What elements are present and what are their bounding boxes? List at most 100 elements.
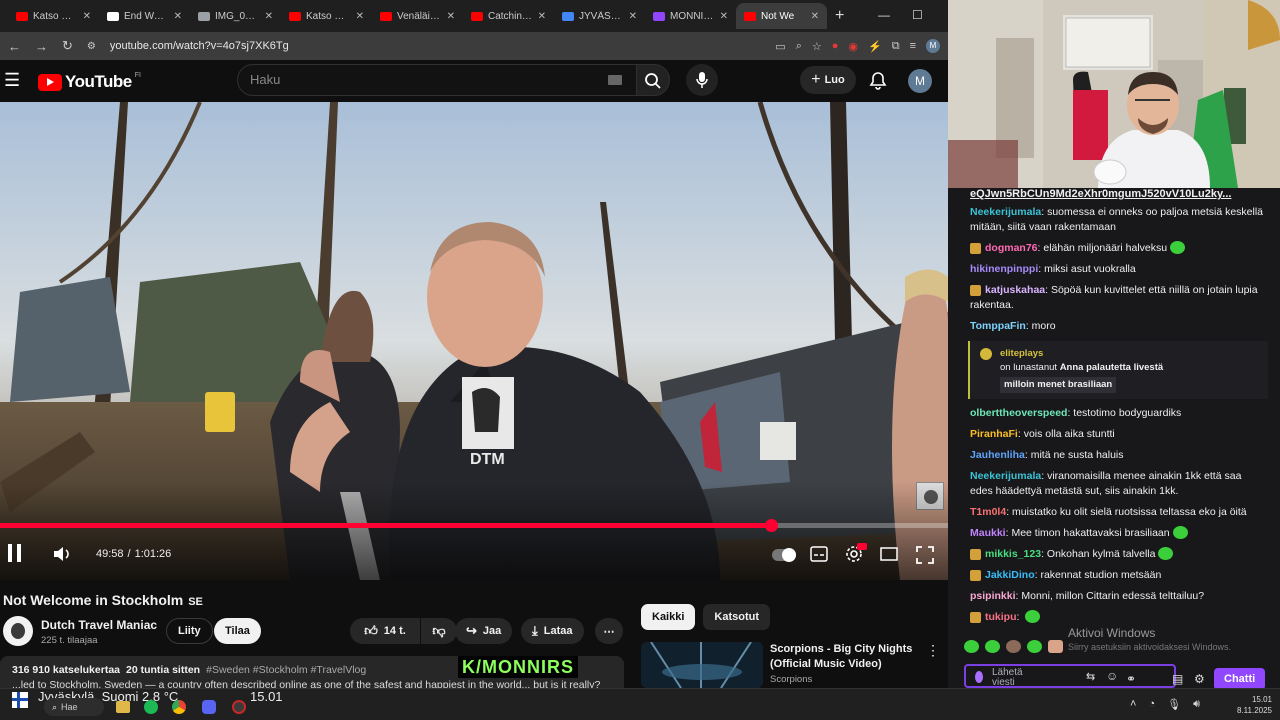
chat-command-icon[interactable]: ⇆: [1086, 670, 1095, 683]
chat-username[interactable]: olberttheoverspeed: [970, 407, 1067, 419]
browser-tab[interactable]: Catching Pi ✕: [463, 3, 554, 29]
tab-close-icon[interactable]: ✕: [447, 11, 455, 22]
more-actions-button[interactable]: ⋯: [595, 618, 623, 644]
youtube-logo[interactable]: YouTube FI: [38, 72, 141, 92]
chat-username[interactable]: Neekerijumala: [970, 206, 1041, 218]
tab-close-icon[interactable]: ✕: [174, 11, 182, 22]
redemption-user[interactable]: eliteplays: [1000, 347, 1260, 361]
notifications-bell-icon[interactable]: [869, 71, 887, 91]
bookmark-star-icon[interactable]: ☆: [812, 40, 822, 53]
share-button[interactable]: ↪ Jaa: [455, 618, 513, 644]
reload-icon[interactable]: ↻: [62, 38, 73, 54]
browser-tab[interactable]: JYVÄSKYLÄ ✕: [554, 3, 645, 29]
obs-icon[interactable]: [232, 700, 246, 714]
pause-button[interactable]: [8, 544, 22, 564]
theater-mode-icon[interactable]: [880, 546, 898, 562]
recommended-title[interactable]: Scorpions - Big City Nights (Official Mu…: [770, 642, 920, 672]
emote-pepe-icon-5[interactable]: [1048, 640, 1063, 653]
tray-chevron-icon[interactable]: ˄: [1130, 698, 1136, 711]
browser-tab[interactable]: Venäläiset j ✕: [372, 3, 463, 29]
fullscreen-icon[interactable]: [916, 546, 934, 564]
search-button[interactable]: [636, 64, 670, 96]
chat-emote-picker-icon[interactable]: ☺: [1106, 669, 1118, 683]
chat-username[interactable]: hikinenpinppi: [970, 263, 1038, 275]
hamburger-menu-icon[interactable]: ☰: [4, 70, 20, 91]
chat-store-icon[interactable]: ▤: [1172, 672, 1183, 686]
tab-close-icon[interactable]: ✕: [811, 11, 819, 22]
subscribe-button[interactable]: Tilaa: [214, 618, 261, 644]
file-explorer-icon[interactable]: [116, 701, 130, 713]
keyboard-icon[interactable]: [608, 75, 622, 85]
like-button[interactable]: 👍︎ 14 t.: [350, 618, 420, 644]
chat-emote-icon[interactable]: [1158, 547, 1174, 560]
forward-icon[interactable]: →: [35, 39, 48, 54]
minimize-button[interactable]: —: [878, 8, 890, 22]
browser-tab[interactable]: MONNIRS | ✕: [645, 3, 736, 29]
user-badge-icon[interactable]: [970, 243, 981, 254]
chat-username[interactable]: PiranhaFi: [970, 428, 1018, 440]
account-avatar[interactable]: M: [908, 69, 932, 93]
chip-all[interactable]: Kaikki: [641, 604, 696, 630]
extension-red-icon[interactable]: ●: [832, 40, 839, 52]
voice-search-button[interactable]: [686, 64, 718, 96]
clock[interactable]: 15.01 8.11.2025: [1228, 694, 1272, 716]
channel-avatar[interactable]: [3, 616, 33, 646]
spotify-icon[interactable]: [144, 700, 158, 714]
tab-close-icon[interactable]: ✕: [538, 11, 546, 22]
browser-tab[interactable]: Not We ✕: [736, 3, 827, 29]
chat-username[interactable]: katjuskahaa: [985, 284, 1045, 296]
profile-avatar-icon[interactable]: M: [926, 39, 940, 53]
playlist-icon[interactable]: ≡: [910, 40, 916, 52]
site-info-icon[interactable]: ⚙: [87, 41, 96, 52]
back-icon[interactable]: ←: [8, 39, 21, 54]
chat-username[interactable]: dogman76: [985, 242, 1038, 254]
tab-close-icon[interactable]: ✕: [356, 11, 364, 22]
tab-close-icon[interactable]: ✕: [83, 11, 91, 22]
recommended-channel[interactable]: Scorpions: [770, 674, 812, 685]
chat-username[interactable]: tukipu: [985, 611, 1017, 623]
dislike-button[interactable]: 👎︎: [421, 618, 457, 644]
chat-community-icon[interactable]: ⚭: [1126, 672, 1136, 686]
join-button[interactable]: Liity: [166, 618, 213, 644]
user-badge-icon[interactable]: [970, 570, 981, 581]
chrome-icon[interactable]: [172, 700, 186, 714]
chat-username[interactable]: psipinkki: [970, 590, 1016, 602]
puzzle-icon[interactable]: ⧉: [892, 40, 900, 53]
emote-pepe-icon[interactable]: [964, 640, 979, 653]
emote-pepe-icon-3[interactable]: [1006, 640, 1021, 653]
hashtags[interactable]: #Sweden #Stockholm #TravelVlog: [206, 664, 366, 676]
new-tab-button[interactable]: +: [835, 7, 844, 25]
tab-close-icon[interactable]: ✕: [265, 11, 273, 22]
create-button[interactable]: + Luo: [800, 66, 856, 94]
subtitles-icon[interactable]: [810, 546, 828, 562]
chat-send-button[interactable]: Chatti: [1214, 668, 1266, 688]
taskbar-search[interactable]: ⌕ Hae: [44, 698, 104, 716]
tray-volume-icon[interactable]: 🔊︎: [1193, 698, 1200, 711]
tab-close-icon[interactable]: ✕: [720, 11, 728, 22]
chat-emote-icon[interactable]: [1172, 526, 1188, 539]
user-badge-icon[interactable]: [970, 549, 981, 560]
chat-username[interactable]: Maukki: [970, 527, 1006, 539]
user-badge-icon[interactable]: [970, 612, 981, 623]
discord-icon[interactable]: [202, 700, 216, 714]
chat-username[interactable]: T1m0l4: [970, 506, 1006, 518]
chat-username[interactable]: Jauhenliha: [970, 449, 1025, 461]
tab-close-icon[interactable]: ✕: [629, 11, 637, 22]
channel-name[interactable]: Dutch Travel Maniac: [41, 618, 157, 632]
extension-adblock-icon[interactable]: ◉: [848, 40, 858, 53]
chat-emote-icon[interactable]: [1170, 241, 1186, 254]
tray-mic-icon[interactable]: 🎙︎: [1167, 698, 1181, 711]
browser-tab[interactable]: Katso myöh ✕: [8, 3, 99, 29]
recommended-thumbnail[interactable]: [641, 642, 763, 688]
chip-watched[interactable]: Katsotut: [703, 604, 771, 630]
cast-icon[interactable]: ▭: [775, 40, 785, 53]
browser-tab[interactable]: IMG_0051.p ✕: [190, 3, 281, 29]
chat-emote-icon[interactable]: [1025, 610, 1041, 623]
recommended-more-icon[interactable]: ⋮: [926, 642, 940, 659]
pinned-link[interactable]: eQJwn5RbCUn9Md2eXhr0mgumJ520vV10Lu2ky...: [948, 188, 1280, 202]
progress-scrubber-knob[interactable]: [764, 519, 778, 532]
browser-tab[interactable]: End Woken ✕: [99, 3, 190, 29]
autoplay-toggle[interactable]: [772, 548, 796, 562]
progress-bar[interactable]: [0, 519, 948, 532]
chat-username[interactable]: mikkis_123: [985, 548, 1041, 560]
